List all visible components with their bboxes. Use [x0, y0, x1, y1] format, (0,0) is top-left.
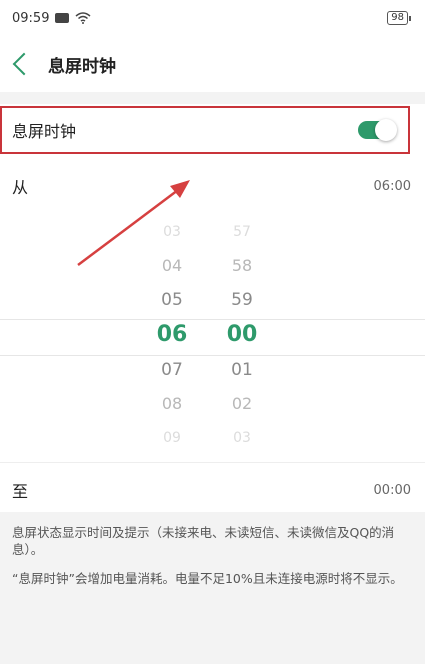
section-gap: [0, 92, 425, 104]
from-time-value: 06:00: [373, 178, 411, 194]
wifi-icon: [75, 12, 91, 24]
message-icon: [55, 13, 70, 23]
minute-wheel[interactable]: 57 58 59 00 01 02 03: [212, 215, 272, 455]
description-footer: 息屏状态显示时间及提示（未接来电、未读短信、未读微信及QQ的消息）。 “息屏时钟…: [0, 512, 425, 664]
page-title: 息屏时钟: [48, 56, 116, 77]
minute-option[interactable]: 02: [212, 387, 272, 421]
toggle-knob: [375, 119, 397, 141]
description-note-1: 息屏状态显示时间及提示（未接来电、未读短信、未读微信及QQ的消息）。: [12, 525, 395, 557]
hour-option[interactable]: 04: [142, 249, 202, 283]
hour-option[interactable]: 05: [142, 283, 202, 317]
aod-toggle-row[interactable]: 息屏时钟: [0, 106, 410, 154]
minute-option[interactable]: 58: [212, 249, 272, 283]
to-label: 至: [12, 482, 29, 501]
battery-icon: 98: [387, 11, 411, 25]
status-bar: 09:59 98: [0, 0, 425, 36]
to-row[interactable]: 至 00:00: [0, 472, 425, 508]
to-time-value: 00:00: [373, 482, 411, 498]
battery-tip: [409, 15, 411, 21]
hour-option[interactable]: 07: [142, 353, 202, 387]
hour-selected[interactable]: 06: [142, 317, 202, 353]
time-picker[interactable]: 03 04 05 06 07 08 09 57 58 59 00 01 02 0…: [0, 215, 425, 455]
aod-toggle-switch[interactable]: [358, 119, 397, 141]
divider: [0, 462, 425, 463]
hour-wheel[interactable]: 03 04 05 06 07 08 09: [142, 215, 202, 455]
aod-toggle-label: 息屏时钟: [12, 122, 77, 141]
minute-option[interactable]: 59: [212, 283, 272, 317]
title-bar: 息屏时钟: [0, 44, 425, 84]
minute-option[interactable]: 03: [212, 421, 272, 455]
battery-level: 98: [387, 11, 408, 25]
status-time: 09:59: [12, 10, 50, 26]
hour-option[interactable]: 03: [142, 215, 202, 249]
minute-selected[interactable]: 00: [212, 317, 272, 353]
minute-option[interactable]: 57: [212, 215, 272, 249]
minute-option[interactable]: 01: [212, 353, 272, 387]
hour-option[interactable]: 08: [142, 387, 202, 421]
status-left: 09:59: [12, 11, 91, 26]
back-arrow-icon[interactable]: [12, 52, 36, 76]
hour-option[interactable]: 09: [142, 421, 202, 455]
description-note-2: “息屏时钟”会增加电量消耗。电量不足10%且未连接电源时将不显示。: [12, 571, 403, 586]
from-label: 从: [12, 178, 29, 197]
